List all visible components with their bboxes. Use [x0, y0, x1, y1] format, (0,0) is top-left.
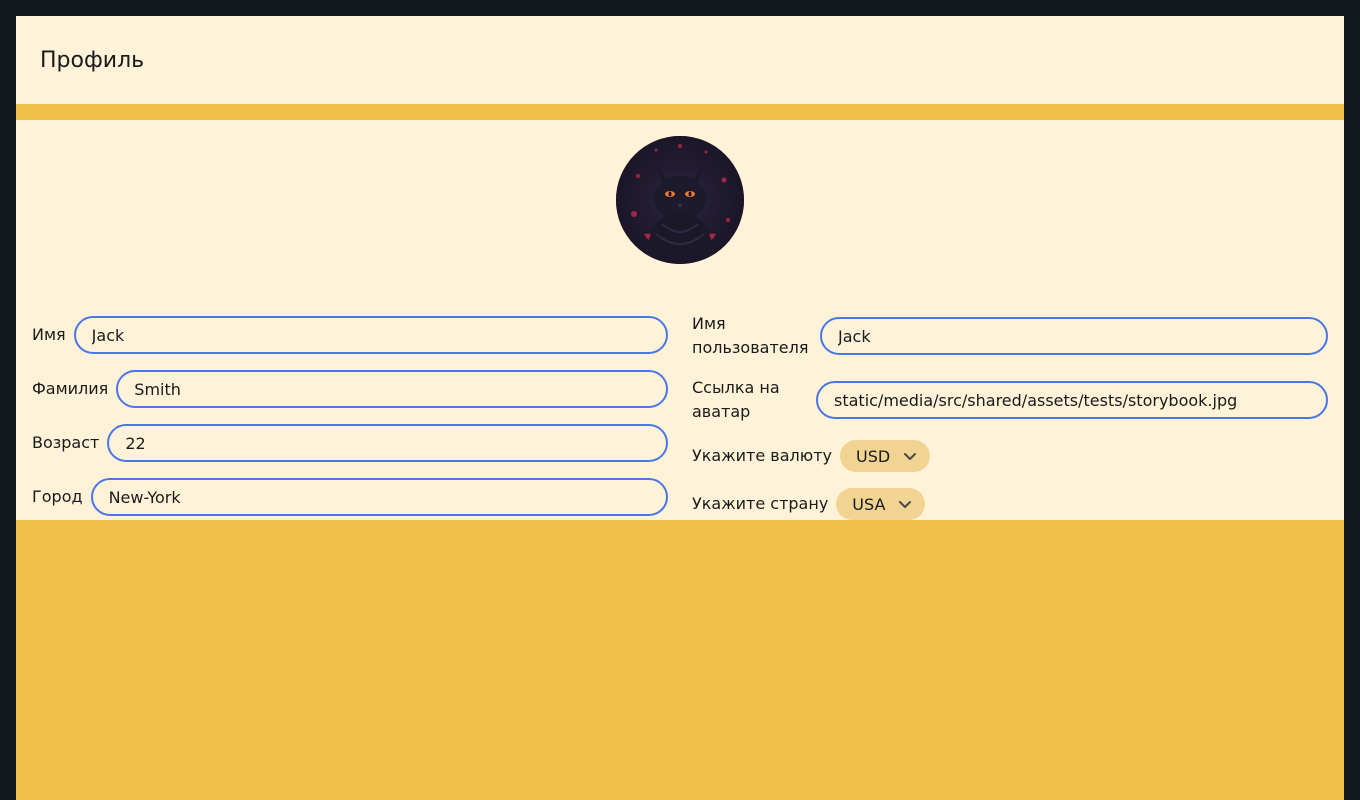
- country-select[interactable]: USA: [836, 488, 926, 520]
- city-label: Город: [32, 487, 83, 506]
- avatar-link-label: Ссылка на аватар: [692, 378, 780, 421]
- age-label: Возраст: [32, 433, 100, 452]
- username-field: Имя пользователя: [692, 300, 1328, 372]
- age-input[interactable]: [107, 424, 668, 462]
- page-frame: Профиль Имя Jack Фамилия Smith Возраст 2…: [16, 16, 1344, 800]
- currency-select[interactable]: USD: [840, 440, 931, 472]
- last-name-label: Фамилия: [32, 379, 109, 398]
- country-value: USA: [852, 494, 886, 514]
- country-label: Укажите страну: [692, 494, 829, 513]
- last-name-input[interactable]: [116, 370, 668, 408]
- city-field: Город: [32, 478, 668, 516]
- avatar-link-input[interactable]: [816, 381, 1328, 419]
- first-name-label: Имя: [32, 325, 66, 344]
- page-header: Профиль: [16, 16, 1344, 104]
- username-label: Имя пользователя: [692, 314, 809, 357]
- chevron-down-icon: [904, 453, 917, 460]
- last-name-field: Фамилия: [32, 370, 668, 408]
- first-name-input[interactable]: [73, 316, 668, 354]
- cat-avatar-icon: [616, 136, 744, 264]
- city-input[interactable]: [90, 478, 668, 516]
- currency-value: USD: [856, 446, 891, 466]
- age-field: Возраст: [32, 424, 668, 462]
- avatar: [616, 136, 744, 264]
- profile-card: Имя Фамилия Возраст Город Имя пользовате…: [16, 120, 1344, 520]
- page-title: Профиль: [40, 47, 145, 73]
- currency-field: Укажите валюту USD: [692, 440, 931, 472]
- currency-label: Укажите валюту: [692, 446, 832, 465]
- first-name-field: Имя: [32, 316, 668, 354]
- username-input[interactable]: [820, 317, 1328, 355]
- chevron-down-icon: [899, 501, 912, 508]
- country-field: Укажите страну USA: [692, 488, 926, 520]
- avatar-link-field: Ссылка на аватар: [692, 364, 1328, 436]
